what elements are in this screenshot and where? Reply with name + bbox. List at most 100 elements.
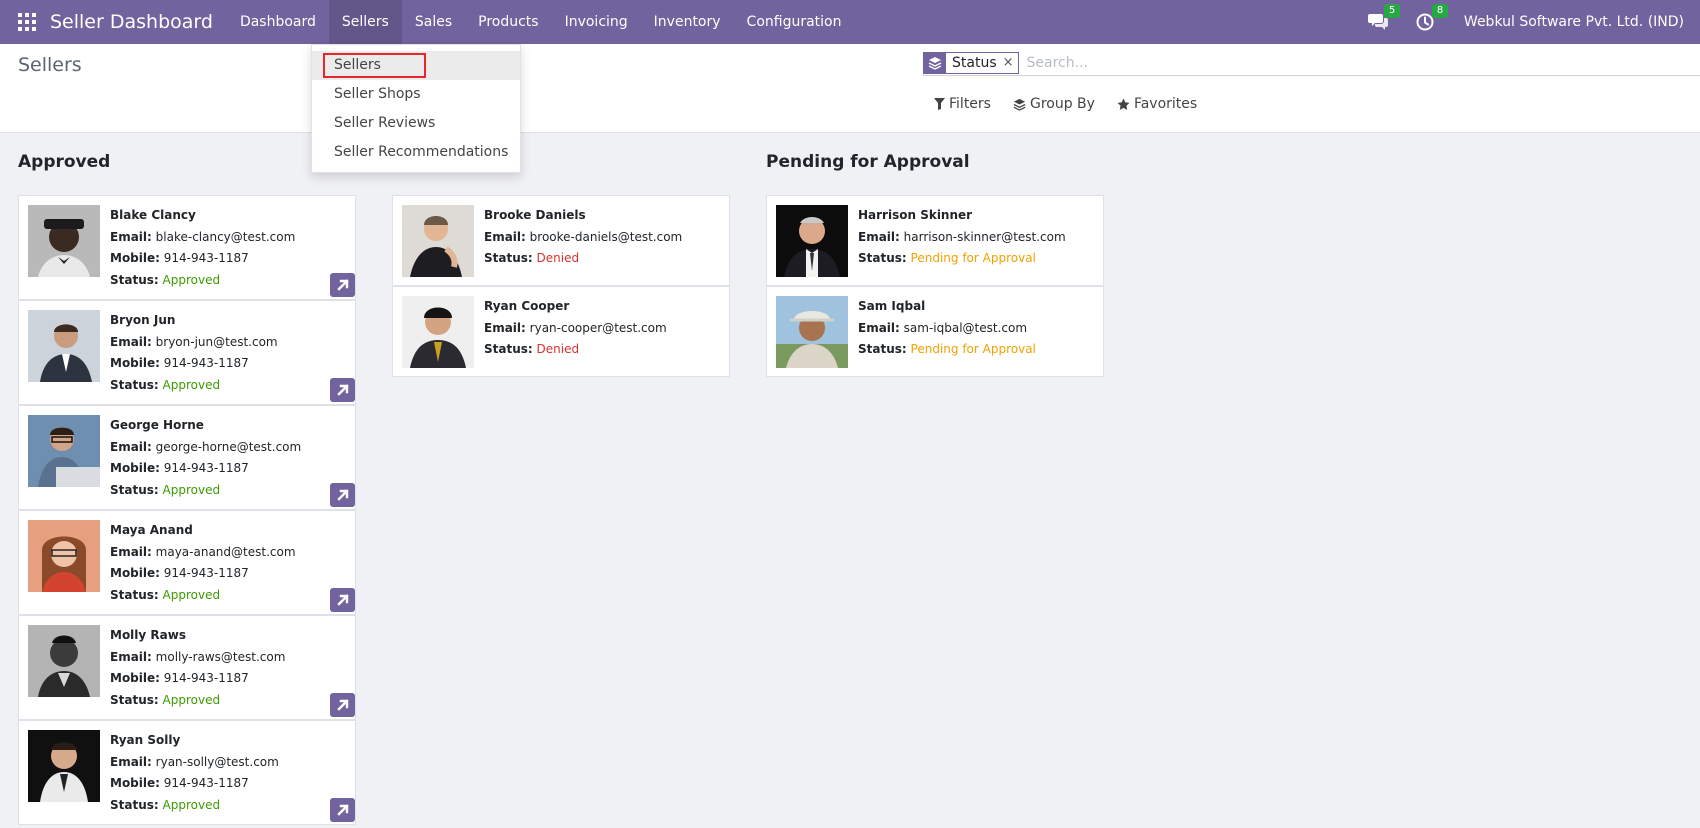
seller-card[interactable]: George Horne Email: george-horne@test.co…	[18, 405, 356, 510]
favorites-label: Favorites	[1133, 96, 1198, 112]
activities-badge: 8	[1431, 4, 1449, 18]
dropdown-item-sellers[interactable]: Sellers	[312, 51, 520, 80]
menu-sales[interactable]: Sales	[402, 0, 465, 44]
seller-card[interactable]: Bryon Jun Email: bryon-jun@test.com Mobi…	[18, 300, 356, 405]
favorites-button[interactable]: Favorites	[1117, 96, 1197, 112]
external-link-icon	[336, 594, 349, 606]
open-record-button[interactable]	[330, 273, 355, 297]
seller-email: george-horne@test.com	[155, 439, 302, 454]
open-record-button[interactable]	[330, 378, 355, 402]
messages-badge: 5	[1383, 4, 1401, 18]
email-label: Email:	[484, 320, 526, 335]
search-facet: Status ×	[923, 51, 1019, 74]
filters-button[interactable]: Filters	[934, 96, 991, 112]
activity-clock-icon[interactable]: 8	[1416, 4, 1449, 31]
open-record-button[interactable]	[330, 693, 355, 717]
messages-icon[interactable]: 5	[1367, 4, 1401, 31]
seller-card[interactable]: Ryan Cooper Email: ryan-cooper@test.com …	[392, 286, 730, 377]
mobile-label: Mobile:	[110, 776, 160, 790]
external-link-icon	[336, 489, 349, 501]
status-value: Approved	[162, 272, 221, 287]
avatar	[776, 205, 848, 277]
avatar	[28, 415, 100, 487]
seller-name: Sam Iqbal	[858, 299, 926, 313]
menu-invoicing[interactable]: Invoicing	[552, 0, 641, 44]
avatar	[28, 205, 100, 277]
status-value: Approved	[162, 587, 221, 602]
dropdown-item-seller-shops[interactable]: Seller Shops	[312, 80, 520, 109]
avatar	[28, 310, 100, 382]
control-panel: Sellers Status × Filters Group By Favori…	[0, 44, 1700, 133]
seller-name: Bryon Jun	[110, 313, 176, 327]
avatar	[28, 625, 100, 697]
menu-configuration[interactable]: Configuration	[734, 0, 855, 44]
avatar	[28, 520, 100, 592]
column-title-approved: Approved	[18, 152, 111, 172]
dropdown-item-seller-recommendations[interactable]: Seller Recommendations	[312, 138, 520, 167]
status-label: Status:	[110, 377, 159, 392]
status-label: Status:	[110, 272, 159, 287]
status-label: Status:	[110, 482, 159, 497]
menu-sellers[interactable]: Sellers	[328, 0, 402, 44]
seller-email: harrison-skinner@test.com	[903, 229, 1066, 244]
status-value: Pending for Approval	[910, 342, 1036, 356]
email-label: Email:	[484, 229, 526, 244]
search-input[interactable]	[1024, 51, 1700, 74]
status-label: Status:	[484, 251, 533, 265]
seller-card[interactable]: Maya Anand Email: maya-anand@test.com Mo…	[18, 510, 356, 615]
seller-name: George Horne	[110, 418, 204, 432]
email-label: Email:	[110, 544, 152, 559]
systray: 5 8 Webkul Software Pvt. Ltd. (IND)	[1367, 0, 1700, 44]
external-link-icon	[336, 699, 349, 711]
sellers-dropdown-menu: Sellers Seller Shops Seller Reviews Sell…	[311, 44, 521, 173]
email-label: Email:	[110, 649, 152, 664]
dropdown-item-seller-reviews[interactable]: Seller Reviews	[312, 109, 520, 138]
seller-name: Ryan Cooper	[484, 299, 570, 313]
open-record-button[interactable]	[330, 483, 355, 507]
seller-name: Ryan Solly	[110, 733, 181, 747]
status-label: Status:	[110, 692, 159, 707]
groupby-button[interactable]: Group By	[1013, 96, 1095, 112]
seller-card[interactable]: Harrison Skinner Email: harrison-skinner…	[766, 195, 1104, 286]
status-value: Pending for Approval	[910, 251, 1036, 265]
seller-card[interactable]: Molly Raws Email: molly-raws@test.com Mo…	[18, 615, 356, 720]
seller-name: Brooke Daniels	[484, 208, 586, 222]
search-bar: Status ×	[923, 50, 1700, 76]
seller-email: molly-raws@test.com	[155, 649, 286, 664]
open-record-button[interactable]	[330, 798, 355, 822]
mobile-label: Mobile:	[110, 356, 160, 370]
status-label: Status:	[858, 251, 907, 265]
seller-mobile: 914-943-1187	[163, 671, 249, 685]
seller-email: maya-anand@test.com	[155, 544, 296, 559]
facet-remove-button[interactable]: ×	[1003, 53, 1018, 73]
seller-mobile: 914-943-1187	[163, 251, 249, 265]
seller-email: ryan-solly@test.com	[155, 754, 279, 769]
seller-card[interactable]: Sam Iqbal Email: sam-iqbal@test.com Stat…	[766, 286, 1104, 377]
mobile-label: Mobile:	[110, 251, 160, 265]
external-link-icon	[336, 384, 349, 396]
seller-card[interactable]: Blake Clancy Email: blake-clancy@test.co…	[18, 195, 356, 300]
main-menu: Dashboard Sellers Sales Products Invoici…	[227, 0, 855, 44]
app-brand[interactable]: Seller Dashboard	[50, 11, 213, 33]
groupby-label: Group By	[1029, 96, 1095, 112]
status-label: Status:	[110, 587, 159, 602]
menu-dashboard[interactable]: Dashboard	[227, 0, 329, 44]
seller-email: sam-iqbal@test.com	[903, 320, 1028, 335]
external-link-icon	[336, 804, 349, 816]
seller-mobile: 914-943-1187	[163, 356, 249, 370]
mobile-label: Mobile:	[110, 461, 160, 475]
seller-mobile: 914-943-1187	[163, 461, 249, 475]
seller-card[interactable]: Brooke Daniels Email: brooke-daniels@tes…	[392, 195, 730, 286]
company-switcher[interactable]: Webkul Software Pvt. Ltd. (IND)	[1464, 14, 1684, 30]
seller-email: bryon-jun@test.com	[155, 334, 278, 349]
open-record-button[interactable]	[330, 588, 355, 612]
facet-value: Status	[952, 54, 997, 71]
apps-grid-icon[interactable]	[18, 13, 36, 31]
layers-icon	[1013, 98, 1026, 111]
avatar	[776, 296, 848, 368]
menu-inventory[interactable]: Inventory	[641, 0, 734, 44]
menu-products[interactable]: Products	[465, 0, 551, 44]
seller-card[interactable]: Ryan Solly Email: ryan-solly@test.com Mo…	[18, 720, 356, 825]
avatar	[28, 730, 100, 802]
search-options: Filters Group By Favorites	[934, 96, 1197, 112]
